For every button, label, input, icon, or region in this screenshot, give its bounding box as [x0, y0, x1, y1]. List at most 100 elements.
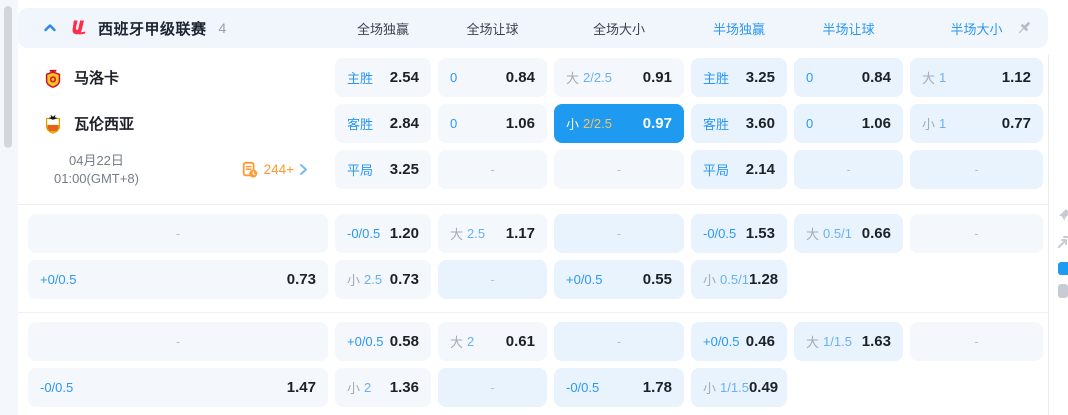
odds-value: 3.25: [389, 161, 419, 178]
odds-cell-full-handicap-away-alt2[interactable]: -0/0.5 1.47: [28, 368, 328, 407]
more-markets-link[interactable]: 244+: [241, 161, 308, 179]
odds-value: 0.77: [1001, 115, 1031, 132]
odds-cell-half-over-alt2[interactable]: 大 1/1.5 1.63: [794, 322, 903, 361]
odds-value: 1.17: [505, 225, 535, 242]
odds-value: 0.84: [861, 69, 891, 86]
ou-label: 大: [806, 227, 820, 242]
column-header-full-ou: 全场大小: [592, 21, 645, 37]
column-header-full-1x2: 全场独赢: [356, 21, 409, 37]
ou-line: 1/1.5: [823, 334, 852, 349]
odds-cell-full-under-alt[interactable]: 小 2.5 0.73: [335, 260, 431, 299]
odds-cell-half-draw[interactable]: 平局 2.14: [691, 150, 787, 189]
odds-value: 3.25: [745, 69, 775, 86]
handicap-line: 0: [806, 116, 814, 131]
pushpin-icon[interactable]: [1014, 18, 1034, 38]
odds-cell-empty: -: [28, 214, 328, 253]
odds-value: 3.60: [745, 115, 775, 132]
match-date: 04月22日: [68, 152, 124, 168]
odds-cell-empty: -: [554, 322, 684, 361]
odds-cell-full-handicap-home-alt[interactable]: -0/0.5 1.20: [335, 214, 431, 253]
odds-cell-half-handicap-away-alt[interactable]: +0/0.5 0.55: [554, 260, 684, 299]
odds-cell-half-home-win[interactable]: 主胜 3.25: [691, 58, 787, 97]
odds-cell-half-away-win[interactable]: 客胜 3.60: [691, 104, 787, 143]
odds-cell-half-over[interactable]: 大 1 1.12: [910, 58, 1043, 97]
odds-cell-half-under[interactable]: 小 1 0.77: [910, 104, 1043, 143]
odds-value: 0.73: [286, 271, 316, 288]
odds-cell-half-over-alt[interactable]: 大 0.5/1 0.66: [794, 214, 903, 253]
league-header-left: 西班牙甲级联赛 4: [28, 8, 328, 48]
odds-cell-half-handicap-away[interactable]: 0 1.06: [794, 104, 903, 143]
odds-cell-half-under-alt2[interactable]: 小 1/1.5 0.49: [691, 368, 787, 407]
match-meta-row: 04月22日 01:00(GMT+8) 244+: [28, 150, 328, 189]
home-team-name: 马洛卡: [74, 70, 120, 87]
mallorca-crest-icon: [45, 69, 61, 88]
odds-cell-empty: -: [438, 150, 547, 189]
ou-label: 大: [922, 71, 936, 86]
odds-cell-full-over-alt2[interactable]: 大 2 0.61: [438, 322, 547, 361]
odds-cell-full-home-win[interactable]: 主胜 2.54: [335, 58, 431, 97]
odds-label: 主胜: [347, 71, 374, 86]
scrollbar-thumb[interactable]: [4, 6, 12, 148]
ou-line: 2.5: [467, 226, 486, 241]
ou-line: 1: [939, 70, 947, 85]
odds-label: 客胜: [703, 117, 730, 132]
counter-badge[interactable]: [1058, 262, 1068, 275]
handicap-line: +0/0.5: [347, 334, 384, 349]
ou-label: 小: [347, 273, 361, 288]
ou-label: 小: [703, 381, 717, 396]
ou-line: 2: [364, 380, 372, 395]
odds-cell-half-under-alt[interactable]: 小 0.5/1 1.28: [691, 260, 787, 299]
laliga-logo-icon: [72, 20, 86, 35]
odds-cell-full-over-alt[interactable]: 大 2.5 1.17: [438, 214, 547, 253]
away-team-row[interactable]: 瓦伦西亚: [28, 104, 328, 143]
odds-value: 1.36: [389, 379, 419, 396]
odds-cell-half-handicap-away-alt2[interactable]: -0/0.5 1.78: [554, 368, 684, 407]
odds-cell-full-under-alt2[interactable]: 小 2 1.36: [335, 368, 431, 407]
ou-label: 大: [566, 71, 580, 86]
match-datetime: 04月22日 01:00(GMT+8): [54, 152, 139, 187]
odds-value: 0.61: [505, 333, 535, 350]
odds-cell-half-handicap-home[interactable]: 0 0.84: [794, 58, 903, 97]
handicap-line: 0: [450, 116, 458, 131]
handicap-line: +0/0.5: [703, 334, 740, 349]
odds-label: 平局: [347, 163, 374, 178]
odds-cell-full-handicap-home-alt2[interactable]: +0/0.5 0.58: [335, 322, 431, 361]
league-panel: 西班牙甲级联赛 4 全场独赢 全场让球 全场大小 半场独赢 半场让球 半场大小 …: [18, 0, 1048, 415]
odds-value: 1.06: [505, 115, 535, 132]
odds-cell-full-away-win[interactable]: 客胜 2.84: [335, 104, 431, 143]
pin-tool-icon[interactable]: [1058, 208, 1068, 222]
league-header: 西班牙甲级联赛 4 全场独赢 全场让球 全场大小 半场独赢 半场让球 半场大小: [18, 8, 1048, 48]
league-title[interactable]: 西班牙甲级联赛: [98, 18, 207, 39]
odds-value: 0.91: [642, 69, 672, 86]
match-odds-group-alt2: - +0/0.5 0.58 大 2 0.61 - +0/0.5 0.46 大 1/1.5 1…: [18, 313, 1048, 415]
chevron-up-icon[interactable]: [42, 20, 58, 36]
match-time: 01:00(GMT+8): [54, 170, 139, 186]
odds-value: 0.84: [505, 69, 535, 86]
home-team-row[interactable]: 马洛卡: [28, 58, 328, 97]
odds-cell-half-handicap-home-alt[interactable]: -0/0.5 1.53: [691, 214, 787, 253]
odds-value: 0.49: [748, 379, 779, 396]
odds-cell-full-handicap-home[interactable]: 0 0.84: [438, 58, 547, 97]
right-panel-divider: [1048, 55, 1049, 415]
odds-value: 1.63: [861, 333, 891, 350]
odds-cell-full-over[interactable]: 大 2/2.5 0.91: [554, 58, 684, 97]
handicap-line: -0/0.5: [703, 226, 737, 241]
vertical-scrollbar[interactable]: [0, 0, 18, 415]
valencia-crest-icon: [45, 114, 61, 134]
odds-value: 1.28: [748, 271, 779, 288]
odds-cell-full-draw[interactable]: 平局 3.25: [335, 150, 431, 189]
handle-icon[interactable]: [1058, 284, 1068, 298]
odds-list-clock-icon: [242, 161, 257, 178]
odds-value: 1.06: [861, 115, 891, 132]
odds-cell-full-under-selected[interactable]: 小 2/2.5 0.97: [554, 104, 684, 143]
odds-value: 1.47: [286, 379, 316, 396]
odds-label: 平局: [703, 163, 730, 178]
odds-cell-full-handicap-away[interactable]: 0 1.06: [438, 104, 547, 143]
odds-cell-half-handicap-home-alt2[interactable]: +0/0.5 0.46: [691, 322, 787, 361]
odds-cell-empty: -: [910, 322, 1043, 361]
odds-cell-full-handicap-away-alt[interactable]: +0/0.5 0.73: [28, 260, 328, 299]
ou-line: 0.5/1: [720, 272, 749, 287]
odds-cell-empty: -: [910, 150, 1043, 189]
arrow-tool-icon[interactable]: [1058, 236, 1068, 248]
handicap-line: -0/0.5: [347, 226, 381, 241]
